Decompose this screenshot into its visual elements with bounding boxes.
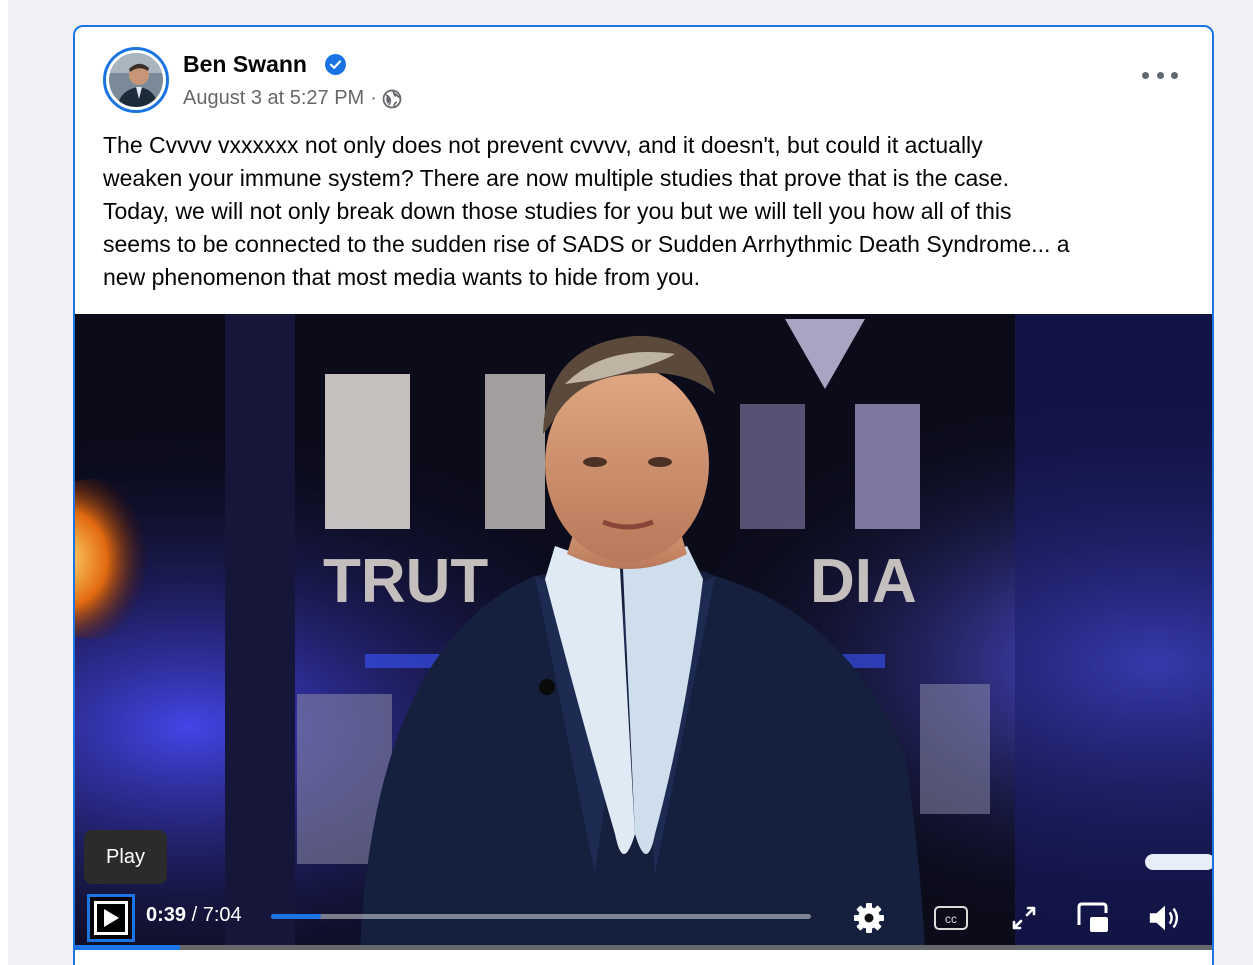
- post-timestamp[interactable]: August 3 at 5:27 PM: [183, 87, 364, 110]
- post-text-line: weaken your immune system? There are now…: [103, 165, 1009, 191]
- video-progress-bar: [75, 945, 1212, 950]
- more-options-button[interactable]: [1142, 63, 1178, 87]
- post-text-line: seems to be connected to the sudden rise…: [103, 231, 1070, 257]
- more-dot-icon: [1171, 71, 1178, 79]
- play-button[interactable]: [87, 894, 135, 942]
- post-text-line: new phenomenon that most media wants to …: [103, 264, 701, 290]
- video-frame: TRUT DIA: [75, 314, 1212, 950]
- scrubber-progress: [271, 914, 321, 919]
- backdrop-logo-left: TRUT: [323, 547, 488, 616]
- post-text-line: The Cvvvv vxxxxxx not only does not prev…: [103, 132, 983, 158]
- post-meta: August 3 at 5:27 PM ·: [183, 87, 402, 110]
- post-text-line: Today, we will not only break down those…: [103, 198, 1012, 224]
- post-body-text: The Cvvvv vxxxxxx not only does not prev…: [103, 129, 1193, 294]
- settings-gear-icon[interactable]: [851, 900, 887, 936]
- picture-in-picture-icon[interactable]: [1075, 900, 1111, 936]
- post-header: Ben Swann August 3 at 5:27 PM ·: [75, 27, 1212, 122]
- avatar-image: [109, 53, 163, 107]
- svg-text:cc: cc: [945, 912, 957, 926]
- play-tooltip: Play: [84, 830, 167, 884]
- left-gutter: [0, 0, 8, 965]
- meta-separator: ·: [370, 87, 377, 109]
- video-player[interactable]: TRUT DIA Play 0:39 / 7:04 cc: [75, 314, 1212, 950]
- closed-captions-icon[interactable]: cc: [933, 900, 969, 936]
- volume-icon[interactable]: [1147, 900, 1183, 936]
- avatar[interactable]: [103, 47, 169, 113]
- more-dot-icon: [1156, 71, 1164, 79]
- time-separator: /: [186, 904, 203, 926]
- globe-icon[interactable]: [382, 89, 402, 109]
- fullscreen-icon[interactable]: [1006, 900, 1042, 936]
- current-time: 0:39: [146, 904, 187, 926]
- backdrop-logo-right: DIA: [810, 547, 917, 616]
- duration: 7:04: [202, 904, 242, 926]
- video-scrubber[interactable]: [271, 914, 811, 919]
- video-progress-fill: [75, 945, 180, 950]
- play-icon: [94, 901, 128, 935]
- more-dot-icon: [1142, 71, 1149, 79]
- feed-post: Ben Swann August 3 at 5:27 PM · The Cvvv…: [73, 25, 1214, 965]
- verified-badge-icon: [325, 54, 346, 75]
- video-controls: 0:39 / 7:04 cc: [75, 884, 1212, 950]
- author-name[interactable]: Ben Swann: [183, 51, 307, 78]
- video-time: 0:39 / 7:04: [146, 904, 242, 927]
